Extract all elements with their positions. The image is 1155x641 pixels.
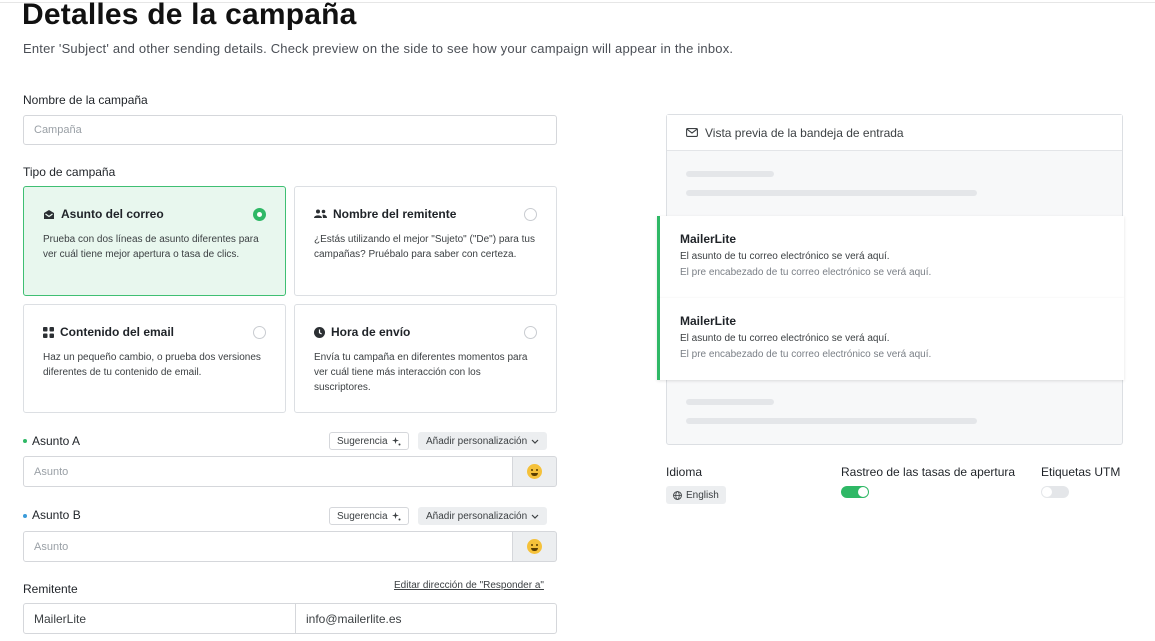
add-personalization-button[interactable]: Añadir personalización	[418, 432, 548, 450]
open-tracking-label: Rastreo de las tasas de apertura	[841, 465, 1016, 479]
language-selector[interactable]: English	[666, 486, 726, 504]
option-heading: Nombre del remitente	[314, 207, 537, 221]
required-dot	[23, 514, 27, 518]
emoji-picker-button[interactable]	[513, 531, 557, 562]
preview-email: MailerLite El asunto de tu correo electr…	[657, 298, 1124, 380]
emoji-icon	[527, 464, 542, 479]
page-subtitle: Enter 'Subject' and other sending detail…	[23, 41, 734, 56]
option-title: Hora de envío	[331, 325, 411, 339]
edit-reply-to-link[interactable]: Editar dirección de "Responder a"	[394, 580, 544, 591]
campaign-type-option-sender[interactable]: Nombre del remitente ¿Estás utilizando e…	[294, 186, 557, 296]
option-description: ¿Estás utilizando el mejor "Sujeto" ("De…	[314, 234, 535, 260]
personalization-label: Añadir personalización	[426, 510, 528, 522]
suggestion-button[interactable]: Sugerencia	[329, 507, 409, 525]
inbox-preview: Vista previa de la bandeja de entrada Ma…	[657, 114, 1124, 445]
subject-a-input[interactable]: Asunto	[23, 456, 513, 487]
utm-label: Etiquetas UTM	[1041, 465, 1121, 479]
option-description: Haz un pequeño cambio, o prueba dos vers…	[43, 352, 261, 378]
campaign-type-option-send-time[interactable]: Hora de envío Envía tu campaña en difere…	[294, 304, 557, 413]
option-heading: Hora de envío	[314, 325, 537, 339]
option-title: Asunto del correo	[61, 207, 164, 221]
preview-preheader: El pre encabezado de tu correo electróni…	[680, 267, 932, 278]
envelope-icon	[686, 128, 698, 137]
preview-from: MailerLite	[680, 232, 737, 246]
preview-header: Vista previa de la bandeja de entrada	[667, 115, 1122, 151]
preview-email: MailerLite El asunto de tu correo electr…	[657, 216, 1124, 298]
option-heading: Contenido del email	[43, 325, 266, 339]
radio-unselected[interactable]	[524, 208, 537, 221]
subject-b-label: Asunto B	[32, 508, 81, 522]
clock-icon	[314, 326, 325, 338]
inbox-icon	[44, 209, 54, 219]
option-description: Prueba con dos líneas de asunto diferent…	[43, 234, 259, 260]
subject-a-label: Asunto A	[32, 434, 81, 448]
preview-subject: El asunto de tu correo electrónico se ve…	[680, 333, 890, 344]
open-tracking-toggle[interactable]	[841, 486, 869, 498]
sender-name-input[interactable]: MailerLite	[23, 603, 296, 634]
chevron-down-icon	[531, 439, 539, 444]
add-personalization-button[interactable]: Añadir personalización	[418, 507, 548, 525]
skeleton-line	[686, 190, 977, 196]
option-description: Envía tu campaña en diferentes momentos …	[314, 352, 528, 393]
suggestion-label: Sugerencia	[337, 510, 388, 522]
sender-email-input[interactable]: info@mailerlite.es	[295, 603, 557, 634]
preview-from: MailerLite	[680, 314, 737, 328]
sparkle-icon	[391, 511, 401, 520]
language-label: Idioma	[666, 465, 703, 479]
radio-selected[interactable]	[253, 208, 266, 221]
radio-unselected[interactable]	[524, 326, 537, 339]
skeleton-line	[686, 171, 774, 177]
preview-preheader: El pre encabezado de tu correo electróni…	[680, 349, 932, 360]
preview-title: Vista previa de la bandeja de entrada	[705, 125, 904, 140]
option-title: Contenido del email	[60, 325, 175, 339]
campaign-name-label: Nombre de la campaña	[23, 93, 148, 107]
emoji-picker-button[interactable]	[513, 456, 557, 487]
campaign-type-option-content[interactable]: Contenido del email Haz un pequeño cambi…	[23, 304, 286, 413]
globe-icon	[673, 490, 682, 500]
chevron-down-icon	[531, 514, 539, 519]
grid-icon	[43, 326, 54, 338]
utm-toggle[interactable]	[1041, 486, 1069, 498]
sparkle-icon	[391, 436, 401, 445]
campaign-type-option-subject[interactable]: Asunto del correo Prueba con dos líneas …	[23, 186, 286, 296]
skeleton-line	[686, 418, 977, 424]
personalization-label: Añadir personalización	[426, 435, 528, 447]
option-title: Nombre del remitente	[333, 207, 457, 221]
suggestion-button[interactable]: Sugerencia	[329, 432, 409, 450]
subject-b-input[interactable]: Asunto	[23, 531, 513, 562]
sender-label: Remitente	[23, 582, 78, 596]
required-dot	[23, 439, 27, 443]
page-title: Detalles de la campaña	[22, 0, 357, 31]
radio-unselected[interactable]	[253, 326, 266, 339]
skeleton-line	[686, 399, 774, 405]
language-value: English	[686, 489, 719, 501]
campaign-name-input[interactable]: Campaña	[23, 115, 557, 145]
option-heading: Asunto del correo	[43, 207, 266, 221]
preview-subject: El asunto de tu correo electrónico se ve…	[680, 251, 890, 262]
users-icon	[314, 209, 327, 218]
suggestion-label: Sugerencia	[337, 435, 388, 447]
emoji-icon	[527, 539, 542, 554]
campaign-type-label: Tipo de campaña	[23, 165, 116, 179]
